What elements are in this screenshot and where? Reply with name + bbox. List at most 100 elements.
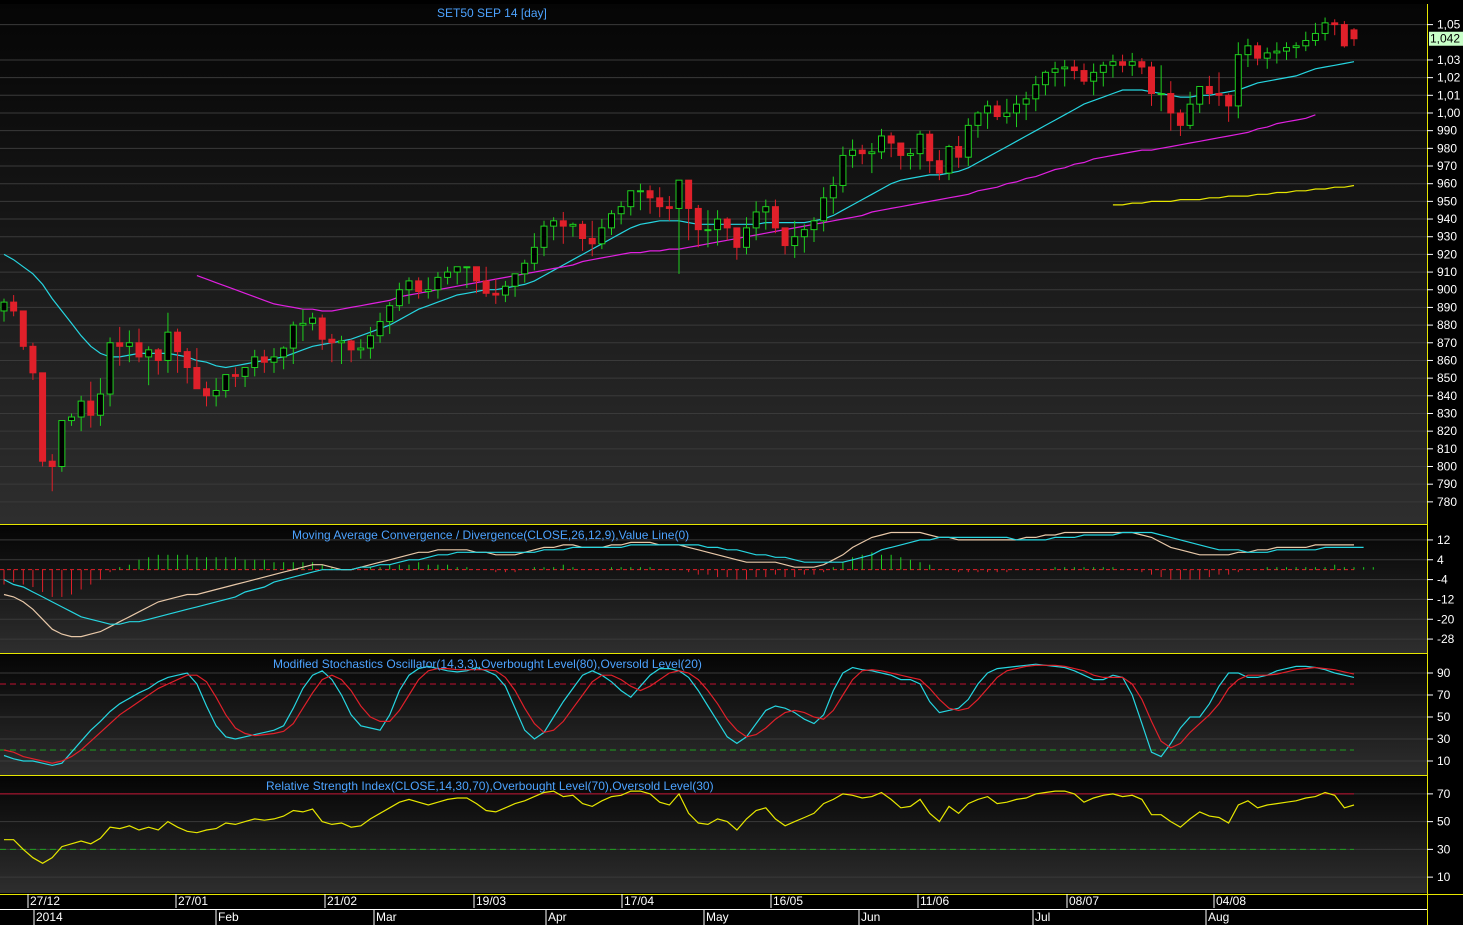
candle-body [444,271,452,278]
x-month-tick-label: Feb [218,910,239,924]
candle-body [1119,61,1127,66]
x-date-tick-label: 16/05 [773,894,803,908]
candle-body [694,207,702,231]
candle-body [424,289,432,293]
candle-body [395,289,403,307]
candle-body [39,372,47,462]
candle-body [1176,112,1184,126]
y-tick-label: 1,03 [1437,53,1461,67]
candle-body [810,220,818,231]
candle-body [675,179,683,209]
candle-body [849,149,857,156]
y-tick-label: 810 [1437,442,1457,456]
candle-body [68,416,75,422]
x-month-tick-label: Apr [548,910,567,924]
candle-body [77,400,85,418]
candle-body [10,301,18,312]
candle-body [463,266,471,269]
candle-body [926,133,934,162]
x-month-tick-label: May [706,910,729,924]
last-price-badge: 1,042 [1429,31,1463,46]
candle-body [1041,71,1049,86]
y-tick-label: 920 [1437,247,1457,261]
candle-body [598,227,606,245]
candle-body [627,190,635,208]
candle-body [338,340,345,344]
candle-body [1263,52,1271,59]
candle-body [829,184,837,199]
candle-body [916,133,924,155]
candle-body [434,276,442,291]
candle [1340,21,1348,48]
candle-body [743,227,750,248]
candle-body [868,151,876,155]
candle-body [1311,32,1319,42]
candle-body [1273,50,1281,54]
candle-body [1022,98,1030,105]
candle-body [231,374,239,377]
candle-body [1302,40,1310,47]
candle-body [222,374,230,392]
candle-body [145,349,153,358]
candle [58,420,66,472]
x-month-tick-label: 2014 [36,910,63,924]
candle-body [1070,66,1078,72]
candle-body [1215,93,1223,96]
candle-body [1157,93,1165,96]
candle-body [955,146,963,158]
candle-body [0,301,8,312]
candle-body [569,223,577,227]
candle-body [473,266,480,282]
candle-body [366,335,374,349]
y-tick-label: 870 [1437,336,1457,350]
candle-body [270,356,278,363]
candle-body [984,105,992,114]
price-panel[interactable] [0,4,1427,524]
y-tick-label: 12 [1437,533,1451,547]
candle-body [530,246,538,264]
candle-body [588,237,596,245]
candle-body [1032,84,1040,100]
candle-body [1148,66,1155,95]
y-tick-label: 70 [1437,688,1451,702]
stochastics-panel-title: Modified Stochastics Oscillator(14,3,3),… [273,657,702,671]
candle-body [646,190,654,199]
candle-body [1186,103,1194,126]
x-month-tick-label: Jul [1035,910,1050,924]
y-tick-label: 820 [1437,424,1457,438]
y-tick-label: 1,01 [1437,88,1461,102]
candle-body [492,292,500,296]
y-tick-label: 880 [1437,318,1457,332]
candle-body [289,324,297,349]
y-tick-label: 980 [1437,141,1457,155]
chart-canvas[interactable]: SET50 SEP 14 [day] Moving Average Conver… [0,0,1463,925]
candle [19,310,27,350]
candle-body [318,317,326,340]
y-tick-label: 960 [1437,177,1457,191]
candle-body [241,367,249,377]
candle-body [1254,45,1262,59]
candle-body [521,262,529,275]
rsi-panel[interactable] [0,777,1427,893]
candle-body [887,135,895,144]
candle-body [501,285,509,296]
candle-body [106,342,114,395]
candle-body [1128,61,1136,66]
x-month-tick-label: Jun [861,910,880,924]
candle-body [723,218,731,229]
y-tick-label: -20 [1437,612,1455,626]
candle-body [762,206,770,213]
candle-body [116,342,124,347]
y-tick-label: 830 [1437,406,1457,420]
candle-body [1109,61,1117,66]
candle-body [280,347,288,358]
price-panel-title: SET50 SEP 14 [day] [437,6,547,20]
candle-body [656,197,664,208]
candle-body [733,227,741,248]
candle-body [858,149,866,155]
candle-body [193,367,201,390]
y-tick-label: 990 [1437,124,1457,138]
candle-body [1080,70,1088,82]
candle-body [347,340,355,351]
candle-body [945,146,953,174]
